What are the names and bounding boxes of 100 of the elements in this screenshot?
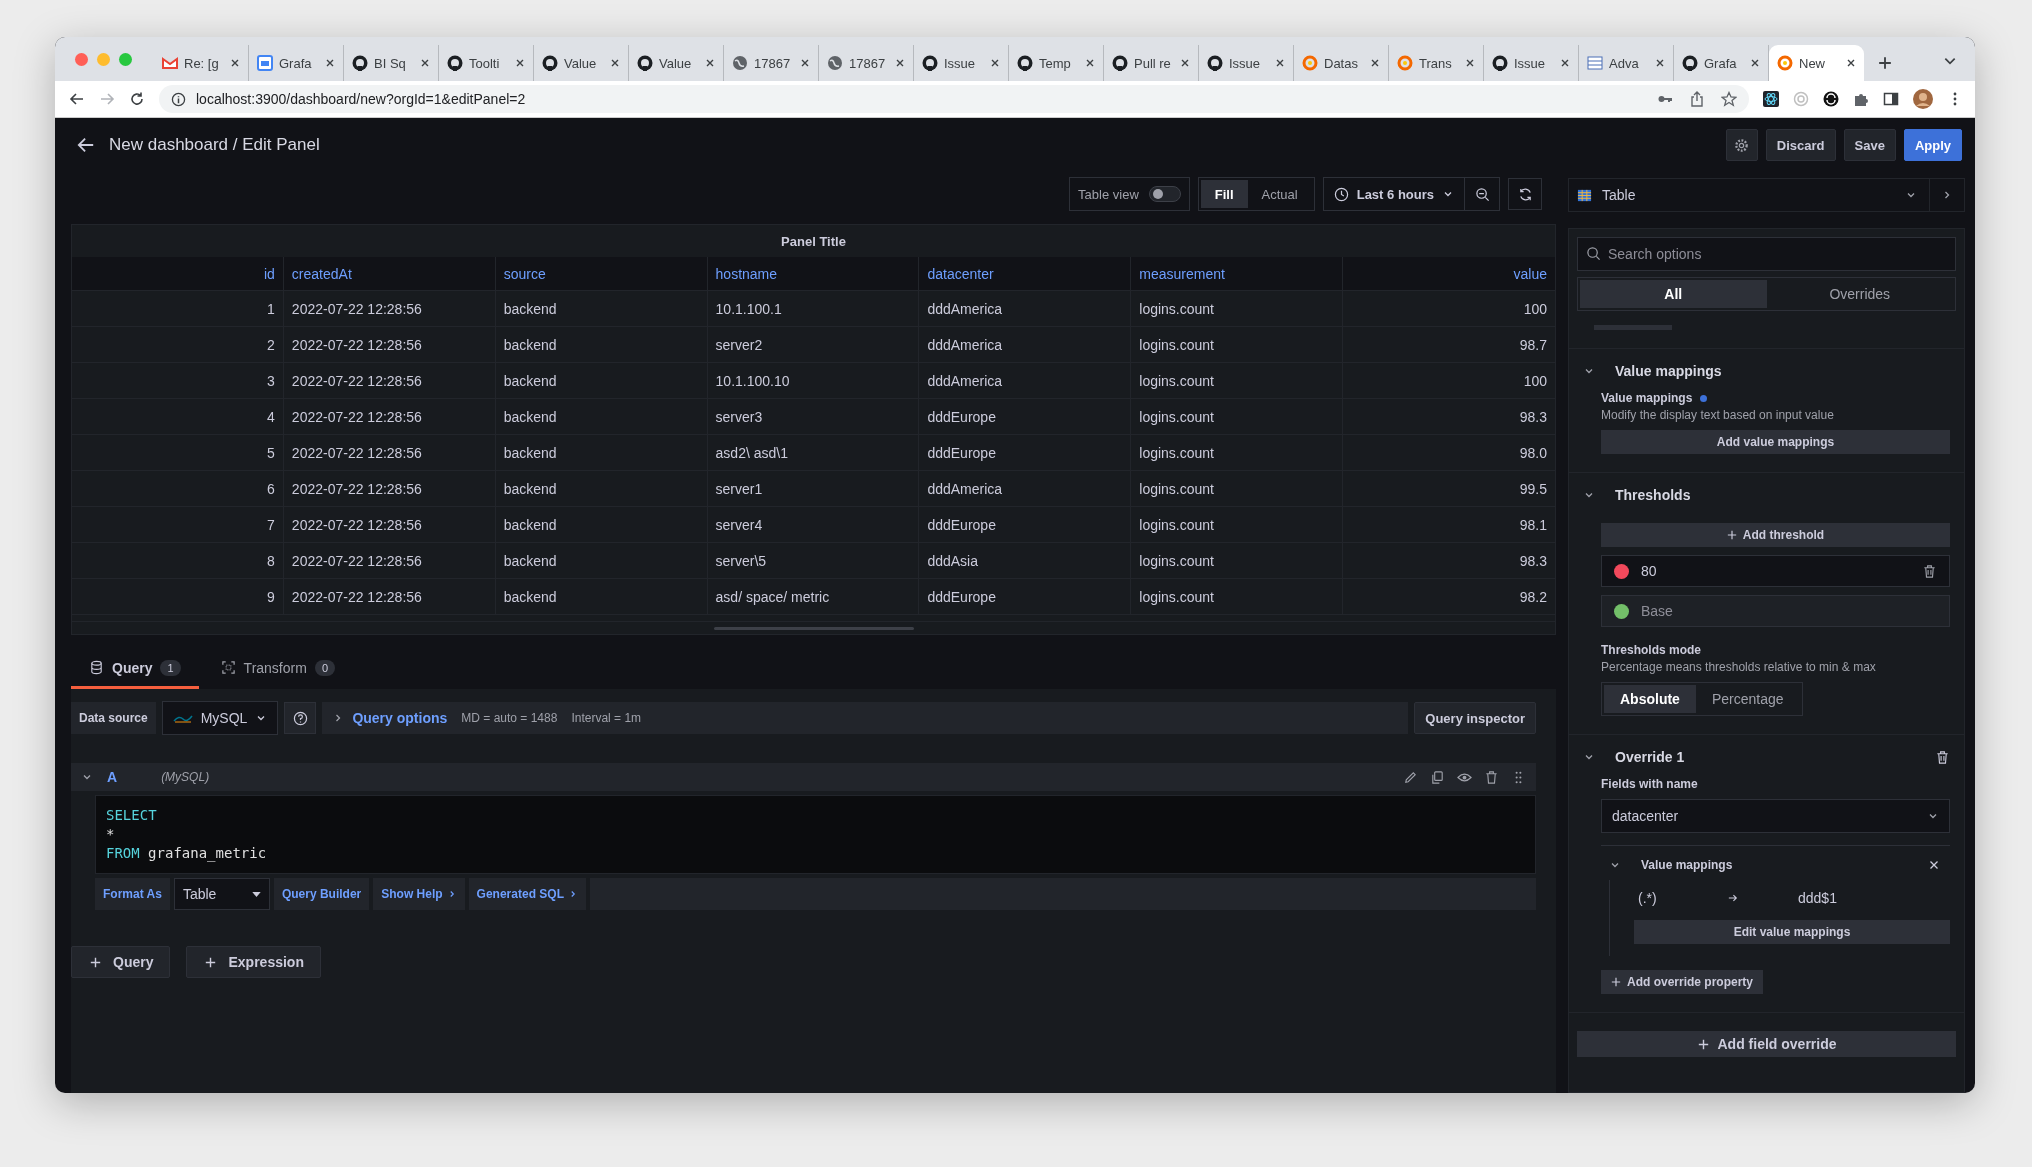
table-cell: 2022-07-22 12:28:56 [283,399,496,434]
new-tab-icon[interactable] [1878,56,1892,70]
close-icon[interactable] [1370,58,1380,68]
column-header[interactable]: datacenter [919,257,1132,290]
close-icon[interactable] [325,58,335,68]
avatar[interactable] [1913,89,1933,109]
trash-icon[interactable] [1922,563,1937,579]
add-button[interactable]: Expression [186,946,321,978]
field-select[interactable]: datacenter [1601,799,1950,833]
close-icon[interactable] [1465,58,1475,68]
ref-id-label[interactable]: A [107,769,118,785]
table-icon [1577,187,1592,203]
code-editor[interactable]: SELECT * FROM grafana_metric [95,795,1536,874]
back-icon[interactable] [77,136,95,154]
close-icon[interactable] [420,58,430,68]
search-field[interactable]: Search options [1577,237,1956,271]
mode-option[interactable]: Fill [1200,180,1248,208]
puzzle-icon[interactable] [1853,91,1869,107]
pencil-icon[interactable] [1403,769,1418,785]
edit-value-mappings-button[interactable]: Edit value mappings [1634,920,1950,944]
query-options-link[interactable]: Query options [352,710,448,726]
close-icon[interactable] [800,58,810,68]
close-icon[interactable] [990,58,1000,68]
table-cell: dddEurope [919,579,1132,614]
header-button[interactable]: Save [1843,129,1896,161]
table-cell: dddAmerica [919,291,1132,326]
mode-option[interactable]: Absolute [1604,685,1696,713]
table-cell: logins.count [1131,507,1344,542]
close-icon[interactable] [1275,58,1285,68]
column-header[interactable]: source [495,257,708,290]
header-button[interactable]: Discard [1765,129,1836,161]
table-view-toggle[interactable]: Table view [1069,177,1190,211]
query-inspector-button[interactable]: Query inspector [1414,702,1536,734]
reload-icon[interactable] [129,91,145,107]
section-title[interactable]: Override 1 [1615,749,1685,765]
column-header[interactable]: createdAt [283,257,496,290]
star-icon[interactable] [1721,91,1737,107]
settings-button[interactable] [1725,129,1758,161]
add-threshold-button[interactable]: Add threshold [1601,523,1950,547]
table-cell: asd2\ asd\1 [707,435,920,470]
table-cell: server2 [707,327,920,362]
query-tab[interactable]: Transform 0 [202,649,353,689]
help-button[interactable] [284,702,317,734]
database-icon [89,660,104,675]
share-icon[interactable] [1689,91,1705,107]
mode-option[interactable]: Percentage [1695,685,1800,713]
switch[interactable] [1148,186,1181,202]
editor-link-button[interactable]: Generated SQL [468,878,586,910]
close-icon[interactable] [610,58,620,68]
copy-icon[interactable] [1430,769,1445,785]
format-select[interactable]: Table [173,878,270,910]
data-source-label: Data source [71,702,156,734]
close-icon[interactable] [1750,58,1760,68]
section-title[interactable]: Value mappings [1615,363,1722,379]
threshold-input[interactable]: Base [1601,595,1950,627]
trash-icon[interactable] [1484,769,1499,785]
close-icon[interactable] [1180,58,1190,68]
close-icon[interactable] [515,58,525,68]
close-icon[interactable] [230,58,240,68]
add-button[interactable]: Query [71,946,171,978]
close-icon[interactable] [1655,58,1665,68]
color-dot[interactable] [1614,603,1629,619]
add-value-mappings-button[interactable]: Add value mappings [1601,430,1950,454]
close-icon[interactable] [1560,58,1570,68]
table-cell: logins.count [1131,399,1344,434]
browser-tab[interactable]: New [1769,45,1864,81]
options-tab[interactable]: Overrides [1766,280,1953,308]
data-source-select[interactable]: MySQL [161,701,279,735]
clock-icon [1333,186,1349,202]
trash-icon[interactable] [1935,749,1950,765]
threshold-input[interactable]: 80 [1601,555,1950,587]
column-header[interactable]: hostname [707,257,920,290]
table-cell: dddAmerica [919,363,1132,398]
column-header[interactable]: id [72,257,284,290]
close-icon[interactable] [1085,58,1095,68]
options-tab[interactable]: All [1580,280,1767,308]
sidebar-icon[interactable] [1883,91,1899,107]
section-title[interactable]: Thresholds [1615,487,1691,503]
editor-link-button[interactable]: Query Builder [273,878,370,910]
mode-option[interactable]: Actual [1247,180,1312,208]
sync-icon[interactable] [1823,91,1839,107]
column-header[interactable]: value [1343,257,1555,290]
refresh-button[interactable] [1508,178,1542,210]
editor-link-button[interactable]: Show Help [373,878,465,910]
column-header[interactable]: measurement [1131,257,1344,290]
add-field-override-button[interactable]: Add field override [1577,1031,1956,1057]
atom-icon[interactable] [1763,91,1779,107]
close-icon[interactable] [895,58,905,68]
close-icon[interactable] [1846,58,1856,68]
color-dot[interactable] [1614,563,1629,579]
table-cell-text: 98.1 [1518,515,1548,535]
url-field[interactable]: localhost:3900/dashboard/new?orgId=1&editPanel=2 [159,85,1749,113]
scrollbar-thumb[interactable] [713,626,914,630]
option-label: Thresholds mode [1601,643,1701,657]
arrow-right-icon [1728,893,1738,903]
apply-button[interactable]: Apply [1903,129,1962,161]
close-icon[interactable] [705,58,715,68]
add-override-property-button[interactable]: Add override property [1601,970,1764,994]
table-cell: logins.count [1131,579,1344,614]
back-icon[interactable] [69,91,85,107]
